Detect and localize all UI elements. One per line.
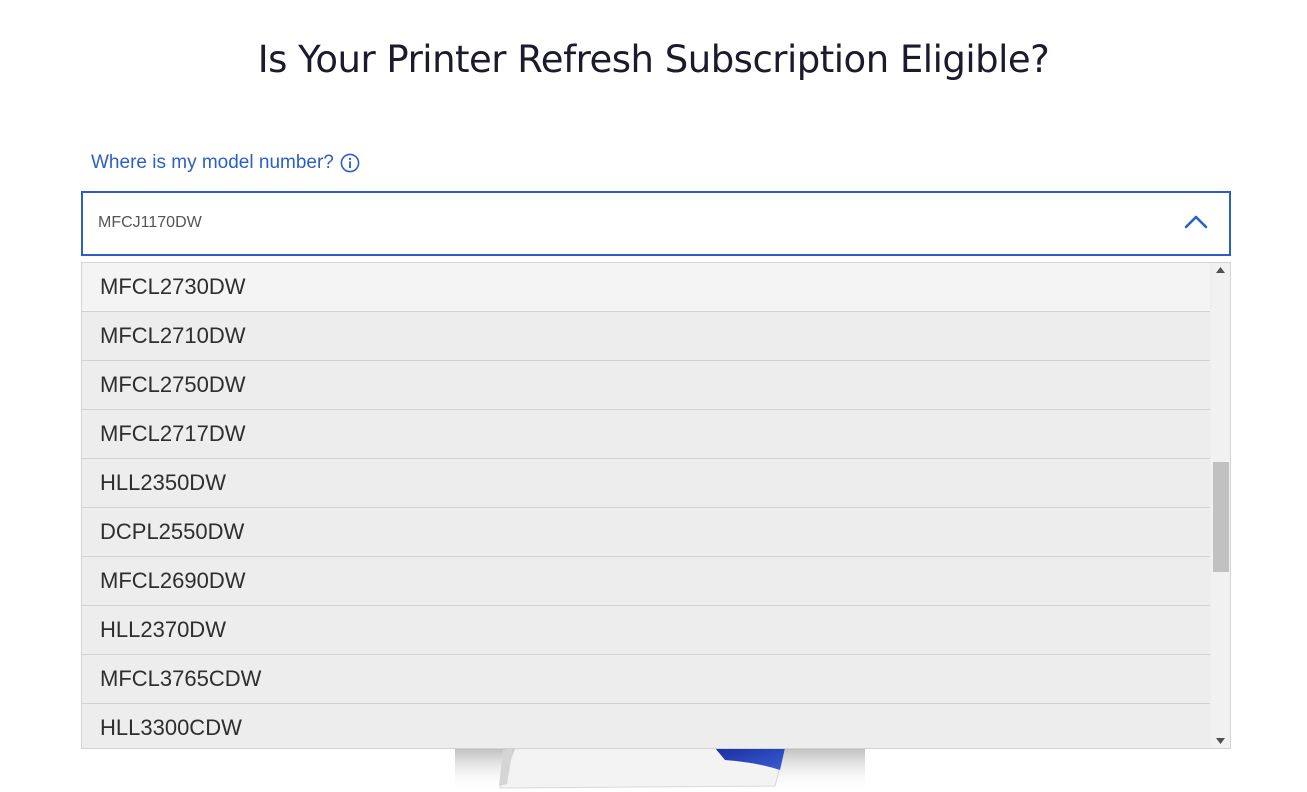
model-select-value: MFCJ1170DW — [98, 214, 202, 231]
model-number-help-link[interactable]: Where is my model number? — [91, 152, 360, 174]
page: Is Your Printer Refresh Subscription Eli… — [0, 0, 1307, 792]
model-dropdown-list[interactable]: MFCL2730DW MFCL2710DW MFCL2750DW MFCL271… — [81, 262, 1231, 749]
scroll-down-arrow-icon[interactable] — [1211, 734, 1230, 748]
dropdown-scrollbar[interactable] — [1211, 263, 1230, 748]
dropdown-option[interactable]: MFCL2750DW — [82, 361, 1210, 410]
dropdown-option[interactable]: HLL2370DW — [82, 606, 1210, 655]
dropdown-option[interactable]: MFCL2717DW — [82, 410, 1210, 459]
dropdown-option[interactable]: HLL3300CDW — [82, 704, 1210, 748]
dropdown-option[interactable]: DCPL2550DW — [82, 508, 1210, 557]
dropdown-option[interactable]: MFCL3765CDW — [82, 655, 1210, 704]
option-list: MFCL2730DW MFCL2710DW MFCL2750DW MFCL271… — [82, 263, 1210, 748]
scroll-up-arrow-icon[interactable] — [1211, 263, 1230, 277]
dropdown-option[interactable]: MFCL2730DW — [82, 263, 1210, 312]
info-icon — [340, 153, 360, 173]
scrollbar-thumb[interactable] — [1213, 462, 1229, 572]
page-title: Is Your Printer Refresh Subscription Eli… — [257, 38, 1050, 81]
model-select[interactable]: MFCJ1170DW — [81, 191, 1231, 256]
chevron-up-icon[interactable] — [1183, 212, 1209, 232]
dropdown-option[interactable]: HLL2350DW — [82, 459, 1210, 508]
dropdown-option[interactable]: MFCL2710DW — [82, 312, 1210, 361]
help-link-label: Where is my model number? — [91, 152, 334, 173]
dropdown-option[interactable]: MFCL2690DW — [82, 557, 1210, 606]
